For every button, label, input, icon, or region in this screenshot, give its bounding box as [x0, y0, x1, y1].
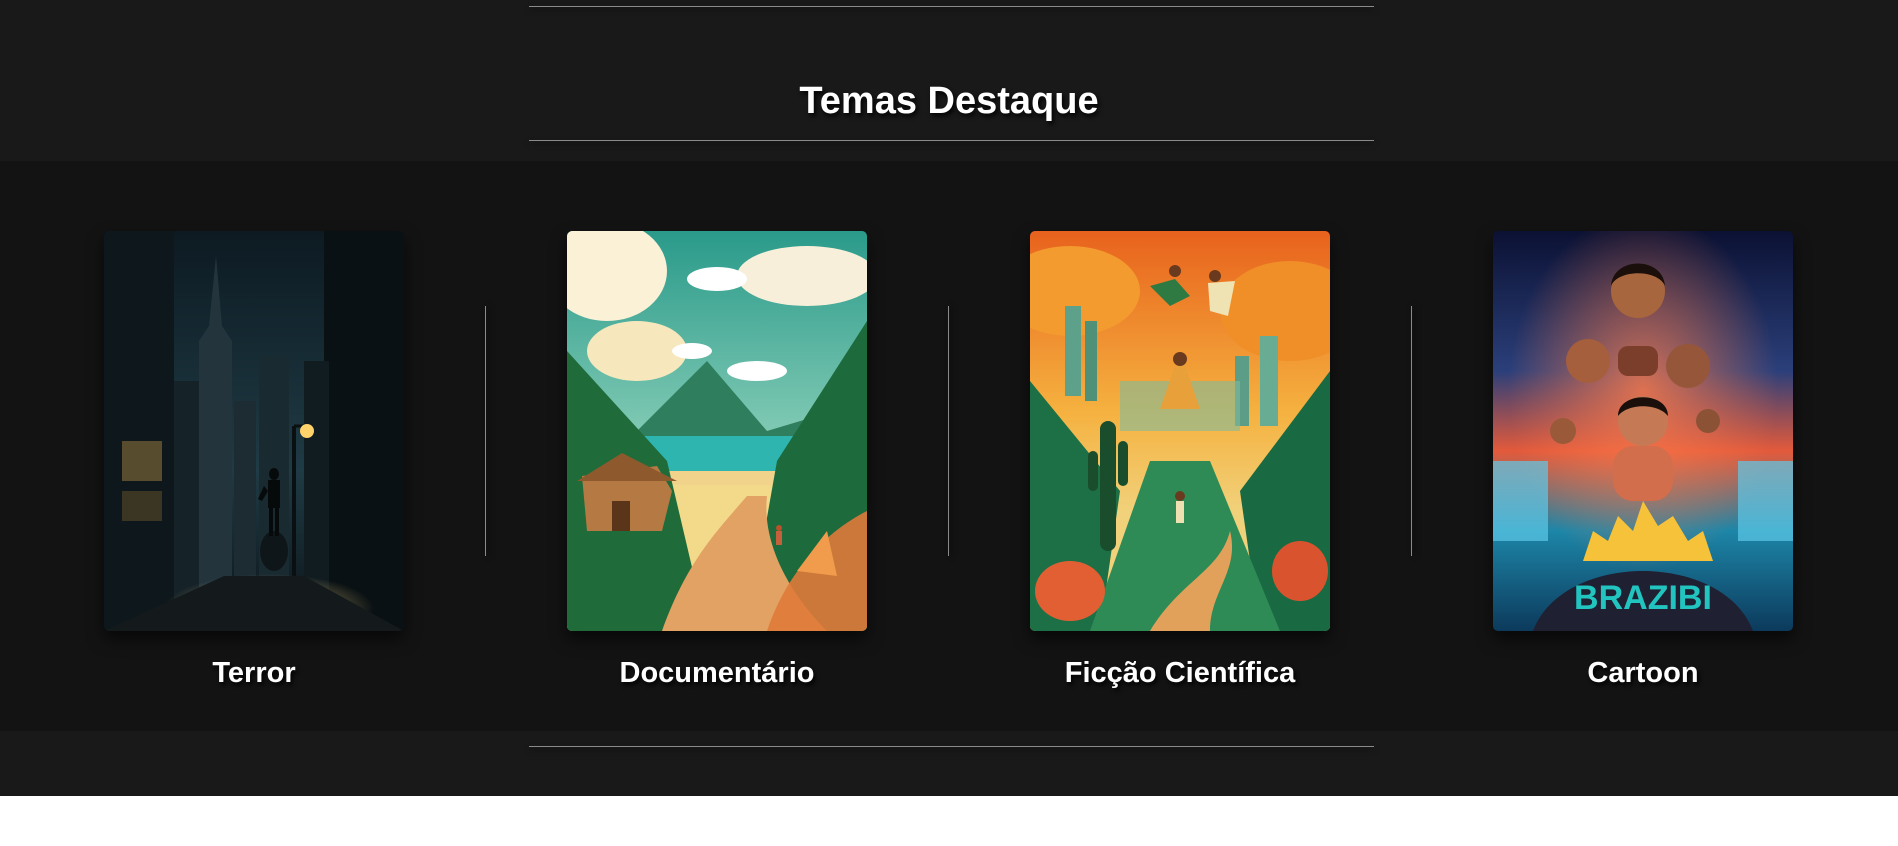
noir-city-illustration — [104, 231, 404, 631]
card-divider — [1411, 306, 1412, 556]
poster-cartoon[interactable]: BRAZIBI — [1493, 231, 1793, 631]
bottom-rule — [529, 746, 1374, 747]
theme-label-ficcao-cientifica[interactable]: Ficção Científica — [970, 657, 1390, 690]
theme-card-ficcao-cientifica[interactable]: Ficção Científica — [1030, 231, 1330, 689]
tropical-beach-illustration — [567, 231, 867, 631]
theme-label-documentario[interactable]: Documentário — [507, 657, 927, 690]
dancers-jungle-illustration — [1030, 231, 1330, 631]
theme-card-terror[interactable]: Terror — [104, 231, 404, 689]
theme-card-documentario[interactable]: Documentário — [567, 231, 867, 689]
featured-themes-section: Temas Destaque Terror Documentário Ficçã… — [0, 0, 1898, 796]
theme-label-cartoon[interactable]: Cartoon — [1433, 657, 1853, 690]
poster-documentario[interactable] — [567, 231, 867, 631]
section-title: Temas Destaque — [799, 79, 1099, 122]
poster-terror[interactable] — [104, 231, 404, 631]
top-rule — [529, 6, 1374, 7]
theme-card-cartoon[interactable]: BRAZIBI Cartoon — [1493, 231, 1793, 689]
poster-logo-text: BRAZIBI — [1574, 579, 1712, 617]
animated-family-illustration: BRAZIBI — [1493, 231, 1793, 631]
card-divider — [948, 306, 949, 556]
title-underline — [529, 140, 1374, 141]
poster-ficcao-cientifica[interactable] — [1030, 231, 1330, 631]
theme-label-terror[interactable]: Terror — [44, 657, 464, 690]
card-divider — [485, 306, 486, 556]
